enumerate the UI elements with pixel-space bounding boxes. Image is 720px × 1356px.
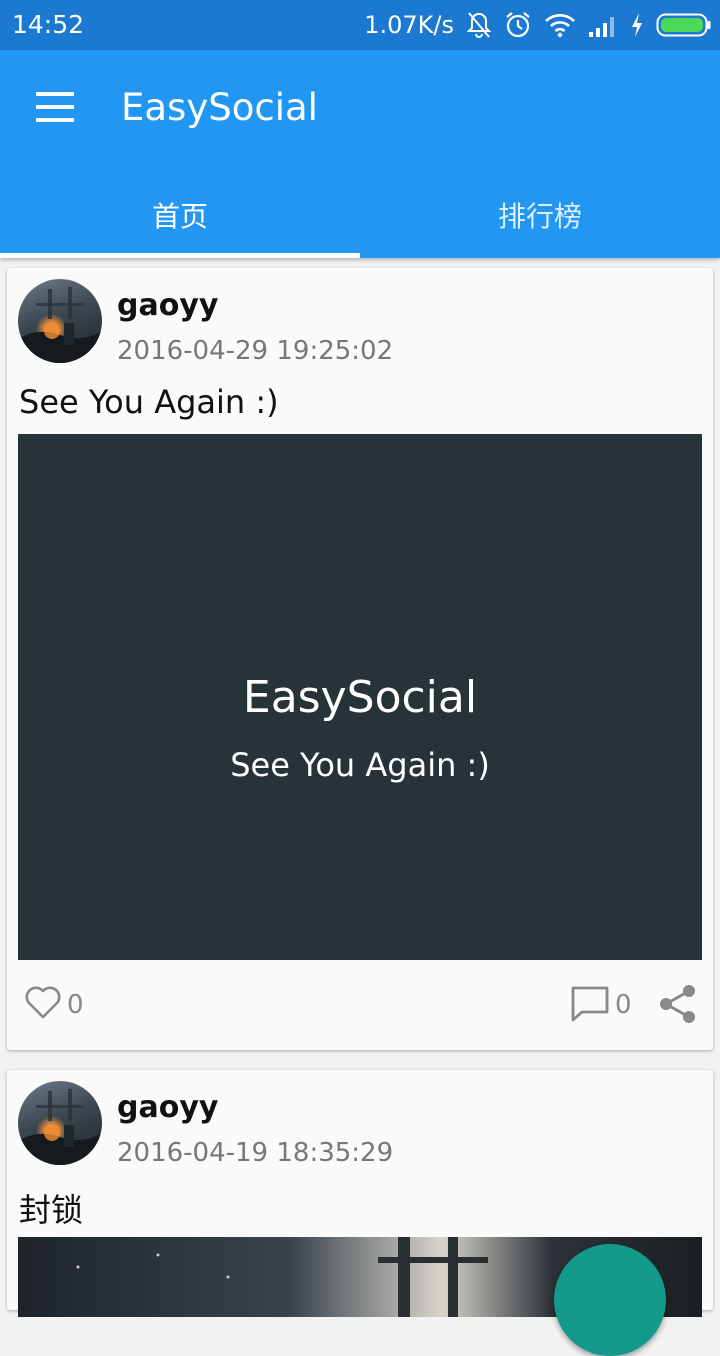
wifi-icon [545,14,575,38]
post-card[interactable]: gaoyy 2016-04-29 19:25:02 See You Again … [7,268,713,1050]
comment-icon[interactable] [570,984,610,1024]
share-icon[interactable] [659,984,697,1024]
post-text: See You Again :) [19,383,279,421]
tab-ranking[interactable]: 排行榜 [360,172,720,258]
post-timestamp: 2016-04-19 18:35:29 [117,1138,394,1168]
tab-indicator [0,253,360,258]
comment-count: 0 [615,990,632,1020]
charging-icon [632,13,642,37]
like-count: 0 [67,990,84,1020]
battery-icon [656,13,711,37]
heart-icon[interactable] [24,984,62,1020]
app-bar: EasySocial 首页 排行榜 [0,50,720,258]
post-image-subtitle: See You Again :) [230,746,490,784]
tab-home[interactable]: 首页 [0,172,360,258]
post-image[interactable]: EasySocial See You Again :) [18,434,702,960]
avatar-image [18,287,102,363]
fab-button[interactable] [554,1244,666,1356]
status-time: 14:52 [12,10,85,39]
status-bar: 14:52 1.07K/s [0,0,720,50]
post-image-title: EasySocial [242,672,478,723]
app-title: EasySocial [121,86,318,129]
post-timestamp: 2016-04-29 19:25:02 [117,336,394,366]
network-speed: 1.07K/s [364,11,454,39]
avatar[interactable] [18,279,102,363]
post-actions: 0 0 [7,984,713,1030]
post-text: 封锁 [19,1191,84,1229]
post-username[interactable]: gaoyy [117,1090,218,1125]
notifications-off-icon [466,12,492,38]
status-icons: 1.07K/s [364,8,712,42]
avatar-image [18,1089,102,1165]
tab-bar: 首页 排行榜 [0,172,720,258]
avatar[interactable] [18,1081,102,1165]
post-username[interactable]: gaoyy [117,288,218,323]
menu-icon[interactable] [36,92,76,122]
signal-icon [589,17,614,37]
alarm-icon [506,12,530,38]
